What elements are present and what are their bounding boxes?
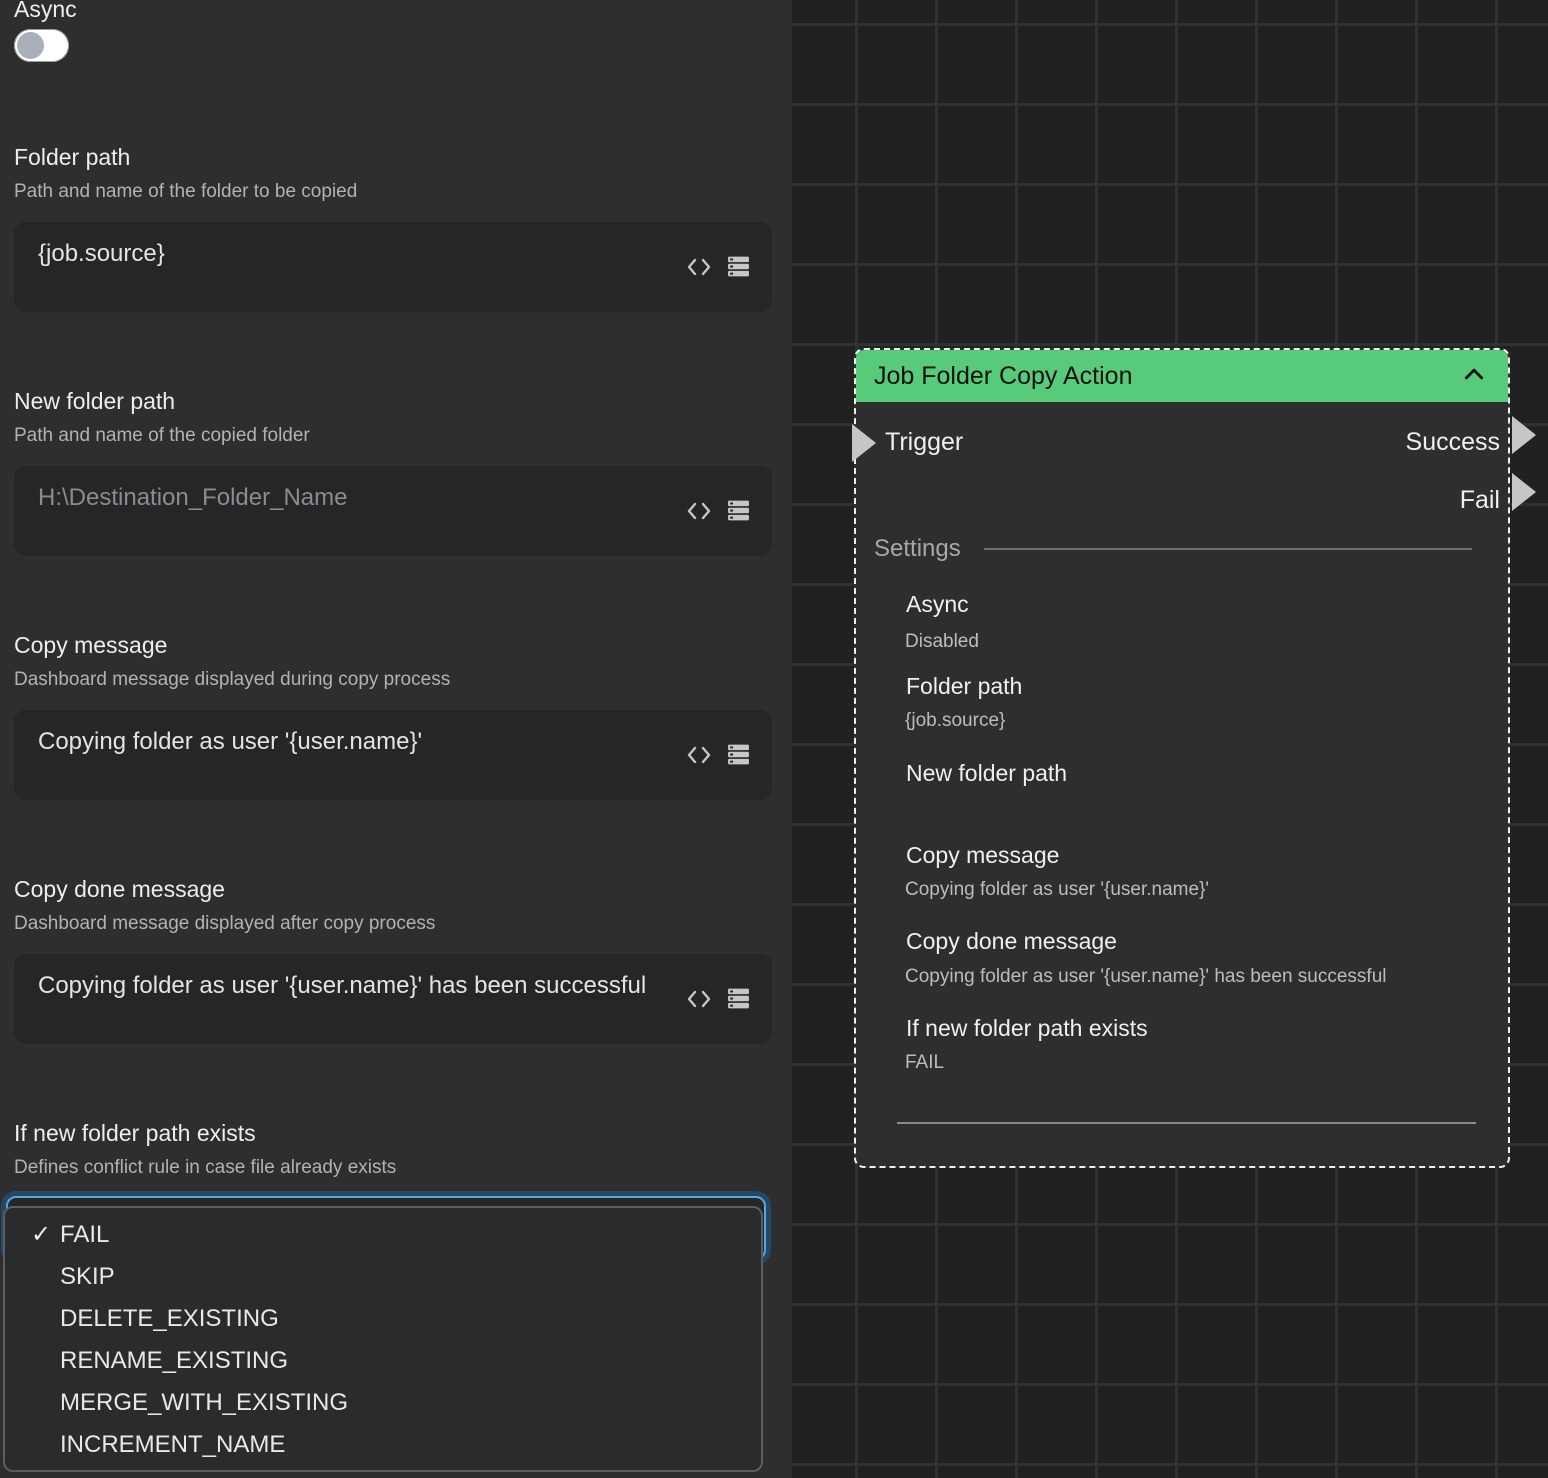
- dropdown-option-merge-with-existing[interactable]: MERGE_WITH_EXISTING: [5, 1382, 761, 1424]
- node-setting-new-folder-path-label: New folder path: [906, 760, 1067, 787]
- node-setting-copy-done-message-value: Copying folder as user '{user.name}' has…: [905, 966, 1465, 988]
- node-setting-folder-path-value: {job.source}: [905, 710, 1465, 732]
- chevron-up-icon[interactable]: [1464, 367, 1484, 385]
- copy-message-input[interactable]: Copying folder as user '{user.name}': [14, 710, 772, 800]
- node-setting-copy-message-value: Copying folder as user '{user.name}': [905, 879, 1465, 901]
- trigger-port-label: Trigger: [885, 428, 963, 457]
- folder-path-value: {job.source}: [38, 237, 660, 270]
- dropdown-option-fail[interactable]: ✓ FAIL: [5, 1214, 761, 1256]
- new-folder-path-placeholder: H:\Destination_Folder_Name: [38, 481, 660, 514]
- code-icon[interactable]: [686, 989, 712, 1009]
- toggle-knob: [17, 32, 44, 59]
- check-icon: ✓: [31, 1214, 51, 1256]
- node-title: Job Folder Copy Action: [874, 362, 1464, 391]
- node-setting-folder-path-label: Folder path: [906, 673, 1022, 700]
- copy-done-message-value: Copying folder as user '{user.name}' has…: [38, 969, 660, 1002]
- node-settings-section-label: Settings: [874, 535, 961, 563]
- list-rows-icon[interactable]: [727, 255, 750, 278]
- copy-message-label: Copy message: [14, 632, 167, 659]
- list-rows-icon[interactable]: [727, 499, 750, 522]
- new-folder-path-label: New folder path: [14, 388, 175, 415]
- dropdown-option-skip[interactable]: SKIP: [5, 1256, 761, 1298]
- dropdown-option-delete-existing[interactable]: DELETE_EXISTING: [5, 1298, 761, 1340]
- dropdown-option-rename-existing[interactable]: RENAME_EXISTING: [5, 1340, 761, 1382]
- node-header[interactable]: Job Folder Copy Action: [856, 350, 1508, 402]
- code-icon[interactable]: [686, 501, 712, 521]
- list-rows-icon[interactable]: [727, 743, 750, 766]
- settings-divider: [984, 548, 1472, 550]
- node-setting-conflict-label: If new folder path exists: [906, 1015, 1148, 1042]
- workflow-canvas[interactable]: Job Folder Copy Action Trigger Success F…: [792, 0, 1548, 1478]
- node-setting-async-label: Async: [906, 591, 969, 618]
- node-setting-copy-done-message-label: Copy done message: [906, 928, 1117, 955]
- copy-done-message-label: Copy done message: [14, 876, 225, 903]
- async-label: Async: [14, 0, 77, 23]
- node-bottom-divider: [897, 1122, 1476, 1124]
- folder-path-description: Path and name of the folder to be copied: [14, 181, 357, 203]
- conflict-dropdown: ✓ FAIL SKIP DELETE_EXISTING RENAME_EXIST…: [3, 1206, 763, 1472]
- node-setting-copy-message-label: Copy message: [906, 842, 1059, 869]
- copy-message-description: Dashboard message displayed during copy …: [14, 669, 450, 691]
- success-port-arrow-icon[interactable]: [1512, 416, 1536, 454]
- node-card[interactable]: Job Folder Copy Action Trigger Success F…: [854, 348, 1510, 1168]
- code-icon[interactable]: [686, 745, 712, 765]
- trigger-port-arrow-icon[interactable]: [852, 424, 876, 462]
- new-folder-path-description: Path and name of the copied folder: [14, 425, 310, 447]
- conflict-rule-label: If new folder path exists: [14, 1120, 256, 1147]
- settings-panel: Async Folder path Path and name of the f…: [0, 0, 792, 1478]
- new-folder-path-input[interactable]: H:\Destination_Folder_Name: [14, 466, 772, 556]
- folder-path-label: Folder path: [14, 144, 130, 171]
- folder-path-input[interactable]: {job.source}: [14, 222, 772, 312]
- copy-done-message-description: Dashboard message displayed after copy p…: [14, 913, 435, 935]
- node-setting-conflict-value: FAIL: [905, 1052, 1465, 1074]
- list-rows-icon[interactable]: [727, 987, 750, 1010]
- conflict-rule-description: Defines conflict rule in case file alrea…: [14, 1157, 396, 1179]
- code-icon[interactable]: [686, 257, 712, 277]
- copy-message-value: Copying folder as user '{user.name}': [38, 725, 660, 758]
- fail-port-label: Fail: [1460, 486, 1500, 515]
- success-port-label: Success: [1406, 428, 1500, 457]
- dropdown-option-increment-name[interactable]: INCREMENT_NAME: [5, 1424, 761, 1466]
- node-setting-async-value: Disabled: [905, 631, 1465, 653]
- fail-port-arrow-icon[interactable]: [1512, 473, 1536, 511]
- copy-done-message-input[interactable]: Copying folder as user '{user.name}' has…: [14, 954, 772, 1044]
- async-toggle[interactable]: [14, 29, 69, 62]
